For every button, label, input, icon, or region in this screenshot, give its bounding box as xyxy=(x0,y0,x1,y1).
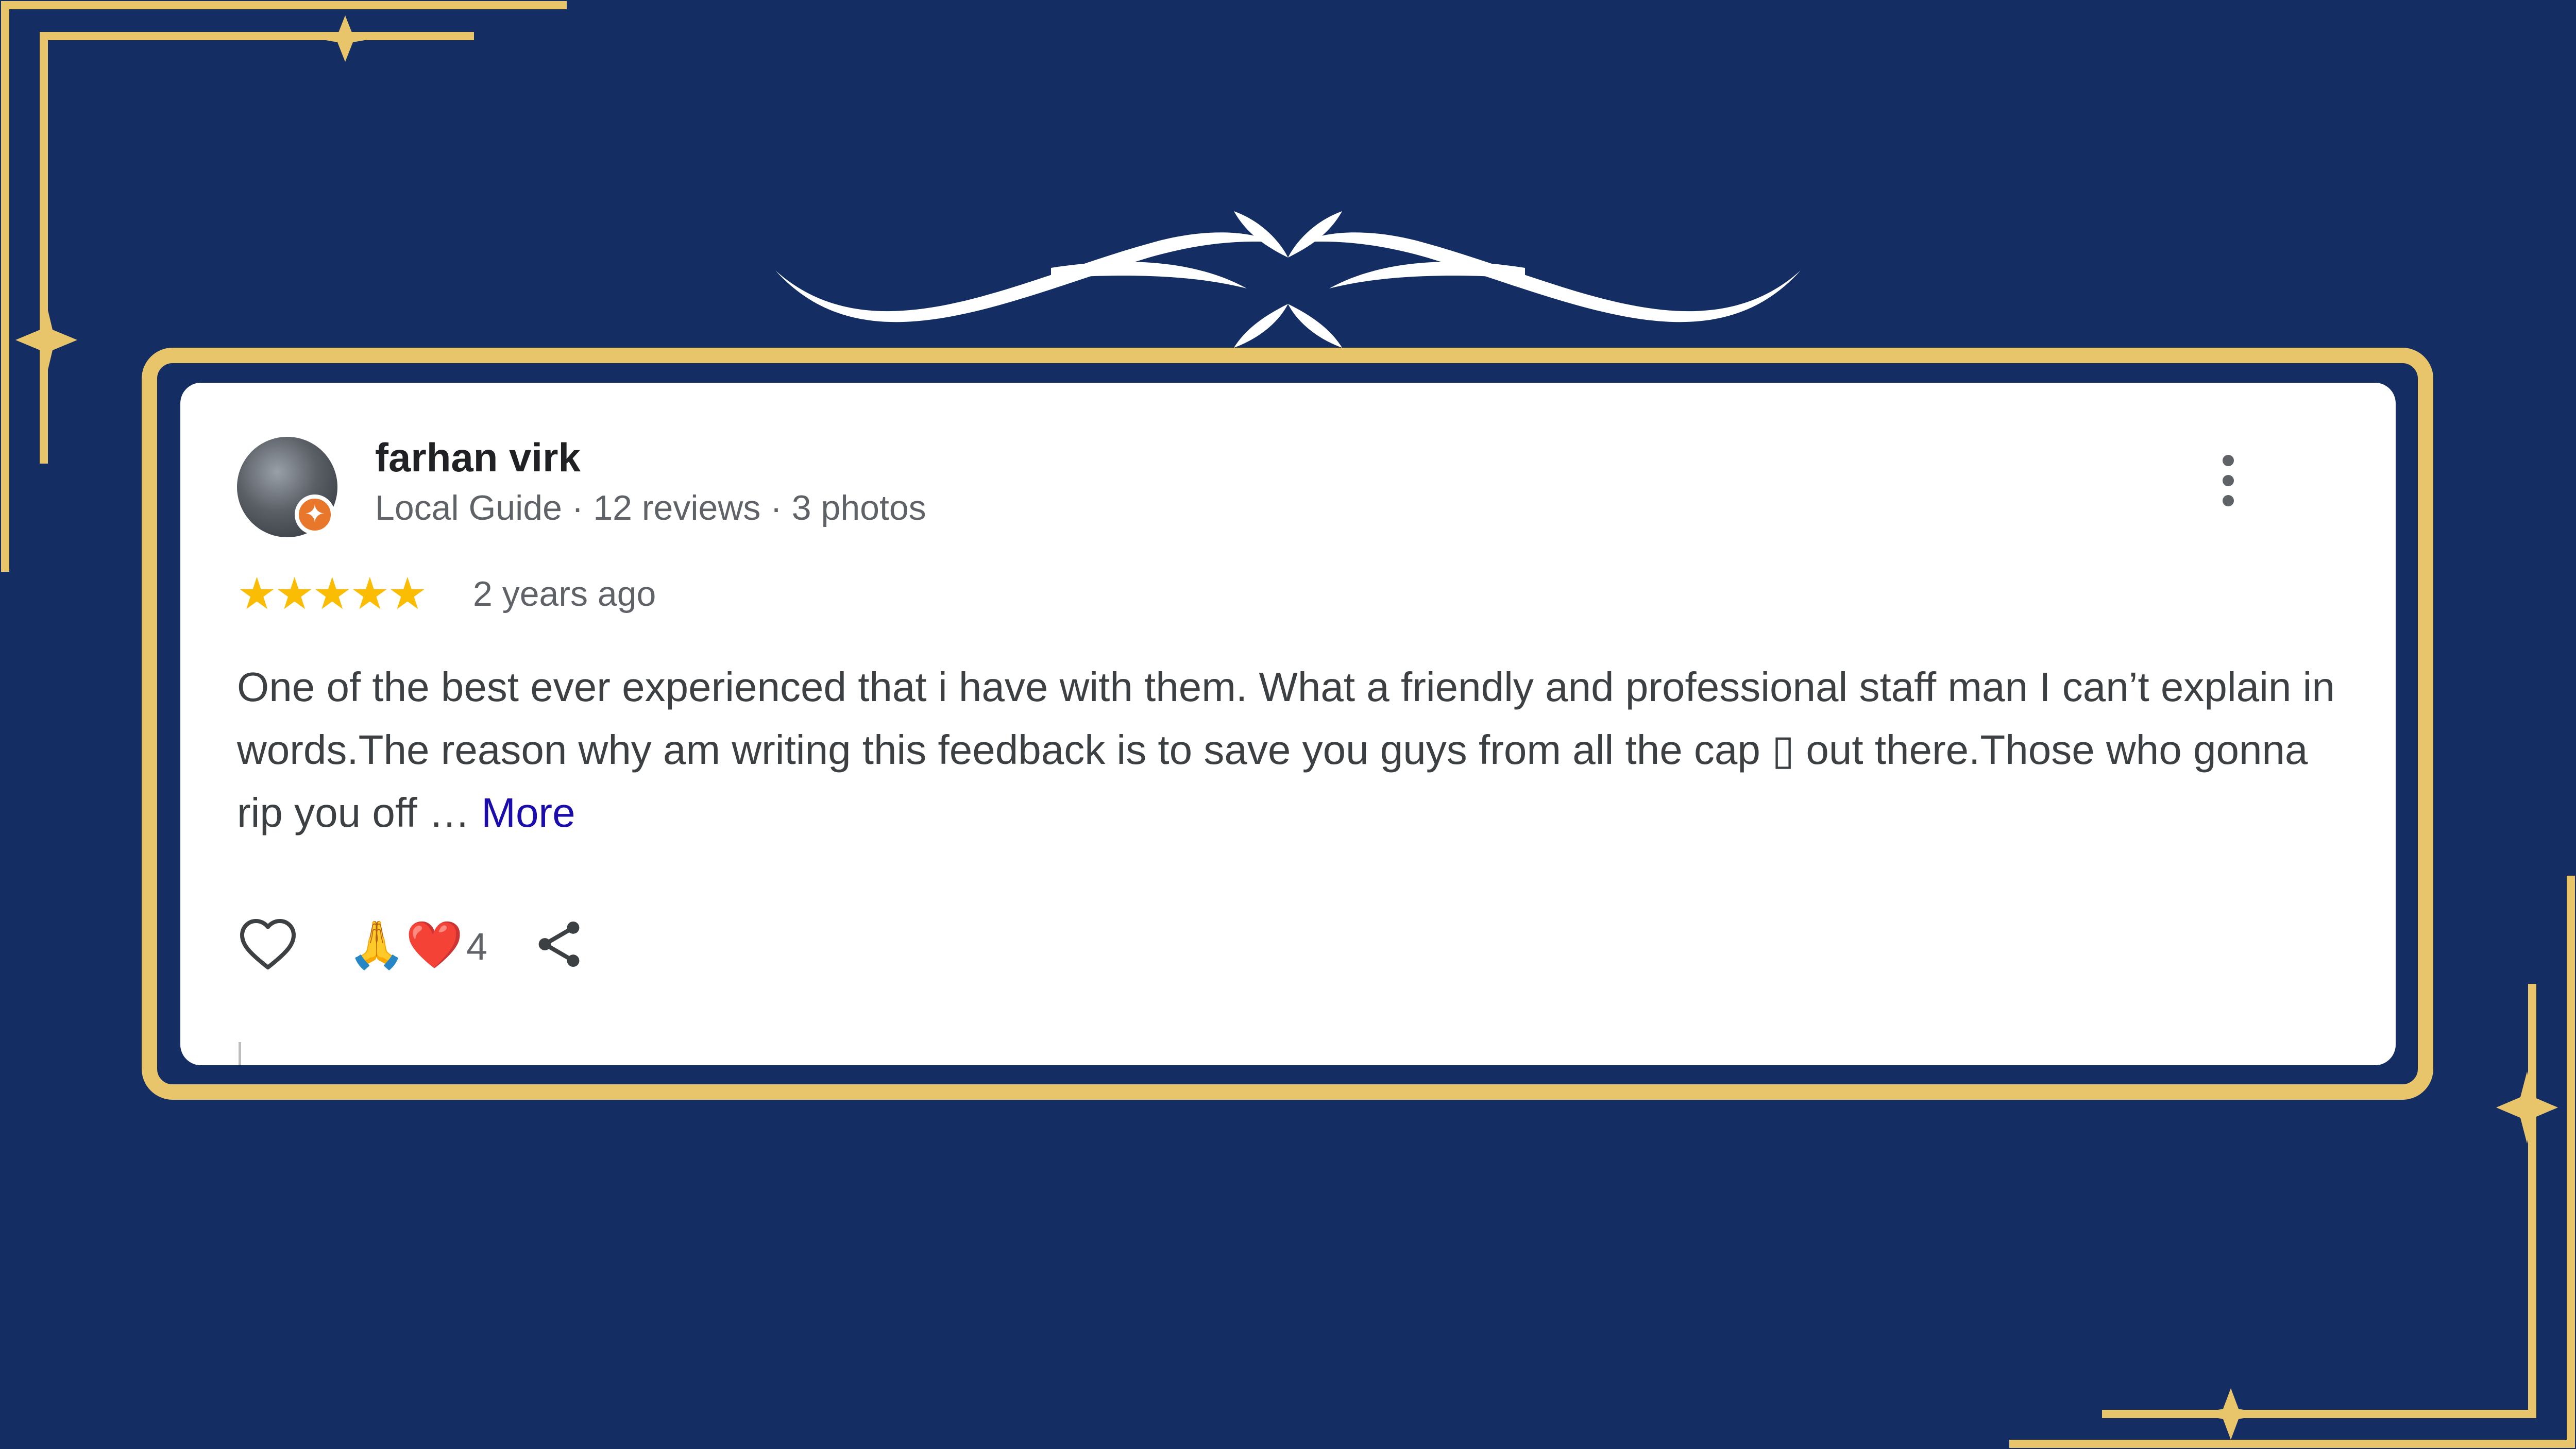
divider-mark xyxy=(239,1042,241,1065)
reaction-count: 4 xyxy=(466,925,488,968)
share-icon[interactable] xyxy=(531,913,587,975)
review-time: 2 years ago xyxy=(473,574,656,613)
review-text: One of the best ever experienced that i … xyxy=(237,656,2349,844)
review-actions: 🙏❤️ 4 xyxy=(237,913,701,975)
more-link[interactable]: More xyxy=(481,790,575,836)
reviewer-meta: Local Guide · 12 reviews · 3 photos xyxy=(375,488,926,527)
avatar[interactable]: ✦ xyxy=(237,437,337,537)
reaction-emojis[interactable]: 🙏❤️ xyxy=(348,919,463,971)
star-rating: ★★★★★ xyxy=(237,569,427,619)
local-guide-badge-icon: ✦ xyxy=(295,495,335,535)
reviewer-name[interactable]: farhan virk xyxy=(375,434,581,481)
heart-outline-icon[interactable] xyxy=(237,913,299,975)
review-card: ✦ farhan virk Local Guide · 12 reviews ·… xyxy=(180,383,2396,1065)
more-vert-icon[interactable] xyxy=(2218,455,2239,512)
